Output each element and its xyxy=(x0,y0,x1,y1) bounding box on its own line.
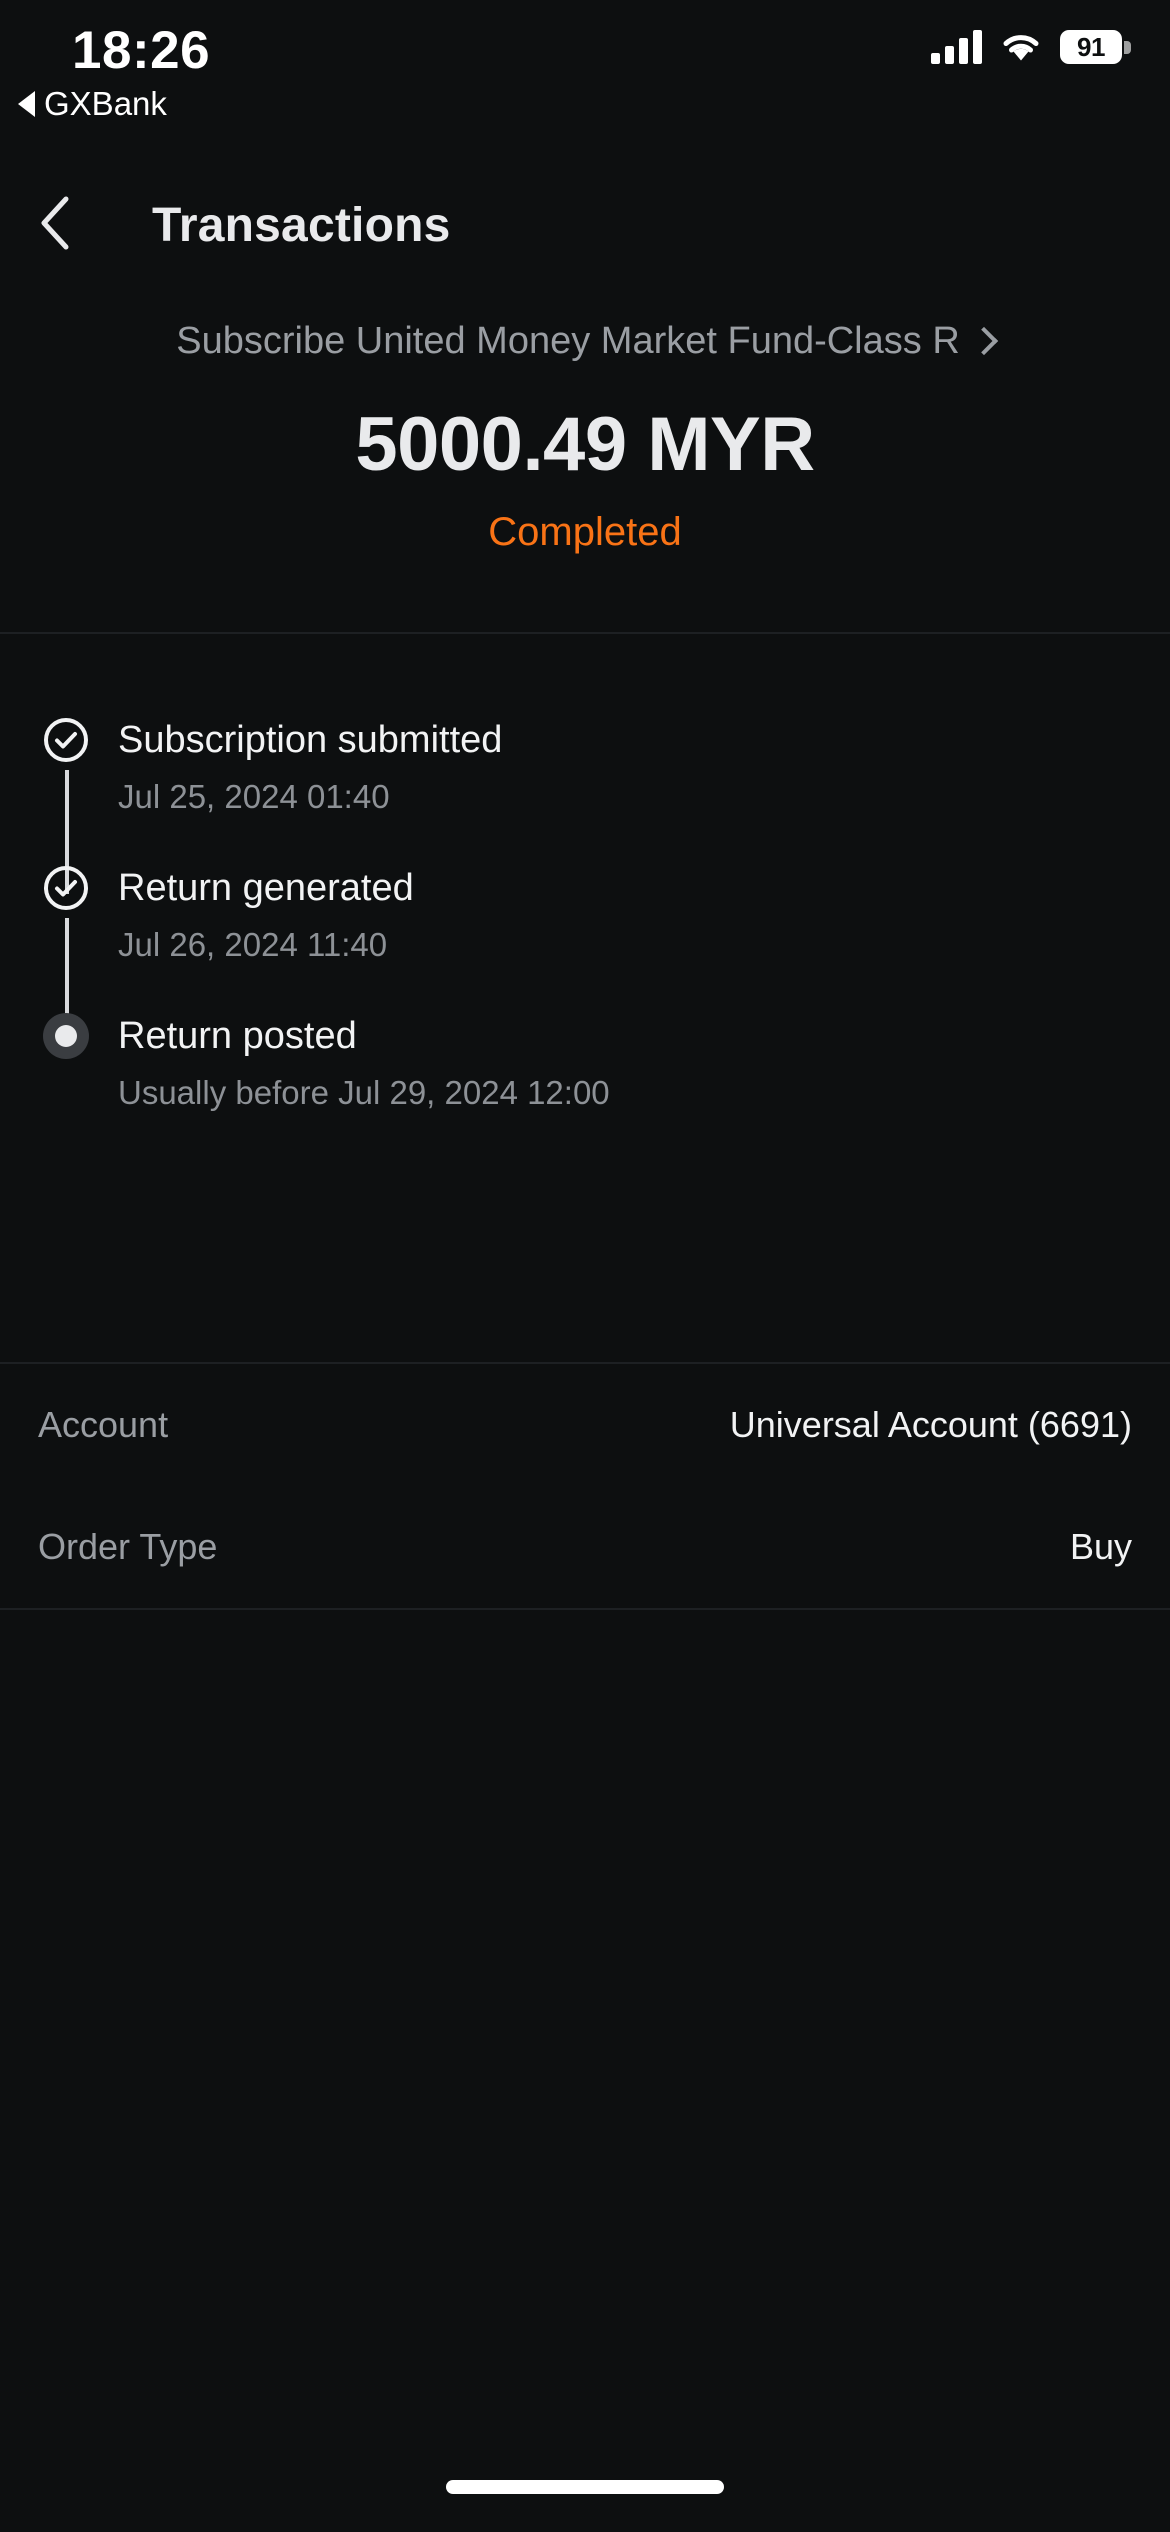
battery-icon: 91 xyxy=(1060,30,1131,64)
back-button[interactable] xyxy=(0,170,110,280)
battery-percent-label: 91 xyxy=(1077,31,1105,62)
detail-value: Universal Account (6691) xyxy=(729,1404,1132,1445)
timeline-step: Return posted Usually before Jul 29, 202… xyxy=(0,1012,1170,1112)
status-bar: 18:26 GXBank 91 xyxy=(0,0,1170,160)
transaction-details: Account Universal Account (6691) Order T… xyxy=(0,1364,1170,1608)
wifi-icon xyxy=(999,30,1043,64)
status-badge: Completed xyxy=(488,510,682,554)
triangle-left-icon xyxy=(18,91,35,117)
status-indicators: 91 xyxy=(931,30,1131,64)
detail-label: Account xyxy=(38,1404,169,1445)
return-to-app-label: GXBank xyxy=(44,85,167,122)
status-time: 18:26 xyxy=(72,21,211,80)
detail-row-account: Account Universal Account (6691) xyxy=(38,1364,1132,1486)
transaction-amount: 5000.49 MYR xyxy=(355,402,815,487)
timeline-step-title: Subscription submitted xyxy=(118,719,503,761)
timeline-step: Return generated Jul 26, 2024 11:40 xyxy=(0,864,1170,1042)
detail-value: Buy xyxy=(1069,1526,1132,1567)
return-to-app-button[interactable]: GXBank xyxy=(18,85,167,123)
transaction-detail-screen: 18:26 GXBank 91 Transactions Subscribe U… xyxy=(0,0,1170,2532)
home-indicator[interactable] xyxy=(446,2480,724,2494)
filled-dot-icon xyxy=(42,1012,90,1060)
check-circle-icon xyxy=(42,864,90,912)
chevron-right-icon xyxy=(969,326,998,355)
divider-below-details xyxy=(0,1608,1170,1610)
chevron-left-icon xyxy=(38,195,72,256)
timeline-step-subtitle: Usually before Jul 29, 2024 12:00 xyxy=(118,1074,610,1111)
fund-name-label: Subscribe United Money Market Fund-Class… xyxy=(176,320,960,362)
transaction-summary: Subscribe United Money Market Fund-Class… xyxy=(0,290,1170,632)
navigation-bar: Transactions xyxy=(0,170,1170,280)
timeline-step-title: Return generated xyxy=(118,867,414,909)
timeline-step-subtitle: Jul 26, 2024 11:40 xyxy=(118,926,388,963)
timeline-step: Subscription submitted Jul 25, 2024 01:4… xyxy=(0,716,1170,894)
check-circle-icon xyxy=(42,716,90,764)
detail-row-order-type: Order Type Buy xyxy=(38,1486,1132,1608)
transaction-timeline: Subscription submitted Jul 25, 2024 01:4… xyxy=(0,634,1170,1362)
detail-label: Order Type xyxy=(38,1526,218,1567)
signal-bars-icon xyxy=(931,30,982,64)
fund-link[interactable]: Subscribe United Money Market Fund-Class… xyxy=(176,320,998,363)
timeline-step-subtitle: Jul 25, 2024 01:40 xyxy=(118,778,390,815)
timeline-step-title: Return posted xyxy=(118,1015,357,1057)
page-title: Transactions xyxy=(152,198,451,252)
